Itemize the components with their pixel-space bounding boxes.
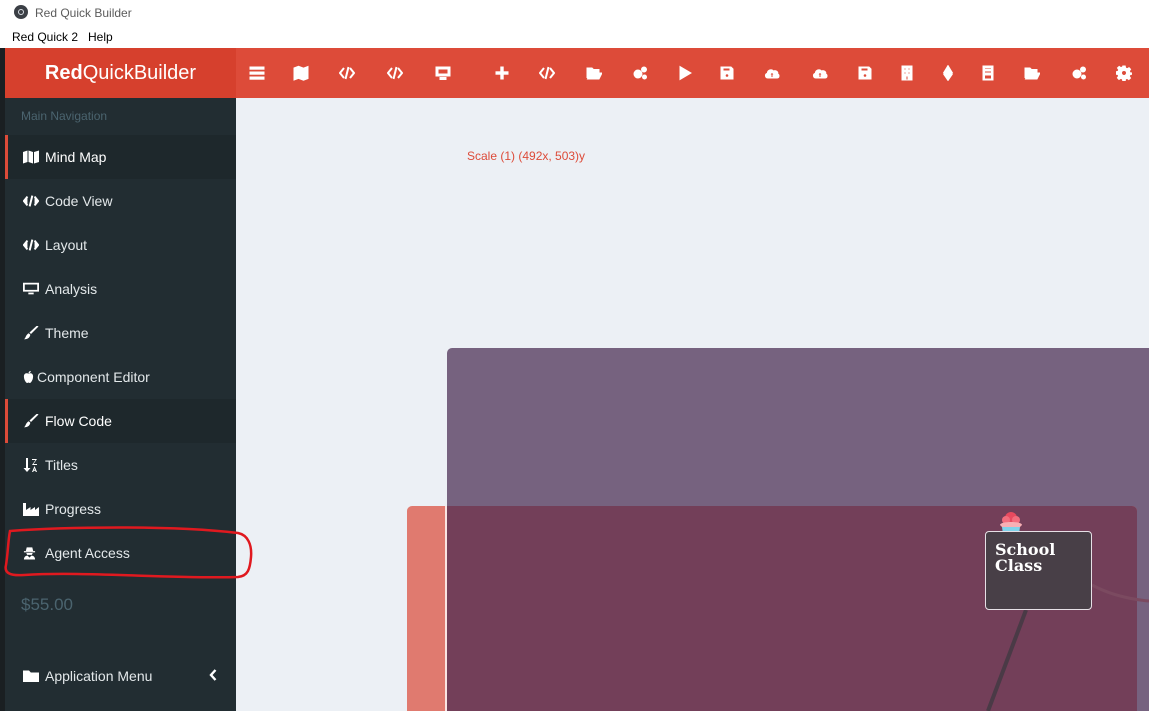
- sidebar-item-titles[interactable]: Titles: [5, 443, 236, 487]
- folder-icon: [23, 668, 43, 684]
- bars-icon[interactable]: [246, 62, 268, 84]
- cogs-icon[interactable]: [1068, 62, 1090, 84]
- sidebar-item-flow-code[interactable]: Flow Code: [5, 399, 236, 443]
- paint-brush-icon: [23, 413, 43, 429]
- code-icon: [23, 237, 43, 253]
- sidebar-item-component-editor[interactable]: Component Editor: [5, 355, 236, 399]
- building-icon[interactable]: [896, 62, 918, 84]
- sidebar-item-label: Analysis: [45, 281, 98, 297]
- top-toolbar: [236, 48, 1149, 98]
- application-menu-label: Application Menu: [45, 668, 153, 684]
- sidebar-item-label: Flow Code: [45, 413, 112, 429]
- sidebar: Main Navigation Mind Map Code View Layou…: [5, 98, 236, 711]
- menu-help[interactable]: Help: [88, 30, 113, 44]
- sidebar-item-label: Layout: [45, 237, 88, 253]
- sidebar-item-label: Component Editor: [37, 369, 150, 385]
- menu-red-quick-2[interactable]: Red Quick 2: [12, 30, 78, 44]
- sidebar-item-analysis[interactable]: Analysis: [5, 267, 236, 311]
- plus-icon[interactable]: [491, 62, 513, 84]
- cloud-upload-icon[interactable]: [809, 62, 831, 84]
- sidebar-item-label: Titles: [45, 457, 78, 473]
- cogs-icon[interactable]: [629, 62, 651, 84]
- node-title-line-2: Class: [995, 556, 1043, 575]
- sidebar-item-label: Mind Map: [45, 149, 107, 165]
- mind-map-canvas[interactable]: Scale (1) (492x, 503)y School Class: [236, 98, 1149, 711]
- connector-lines: [986, 583, 1149, 711]
- industry-icon: [23, 501, 43, 517]
- app-logo-icon: [14, 5, 28, 19]
- price-display: $55.00: [21, 595, 73, 614]
- cog-icon[interactable]: [1113, 62, 1135, 84]
- nav-header: Main Navigation: [21, 109, 108, 123]
- apple-icon: [23, 369, 35, 385]
- folder-open-icon[interactable]: [1021, 62, 1043, 84]
- sidebar-item-label: Progress: [45, 501, 102, 517]
- sidebar-item-code-view[interactable]: Code View: [5, 179, 236, 223]
- brand-rest: QuickBuilder: [82, 62, 197, 84]
- save-icon[interactable]: [716, 62, 738, 84]
- application-menu[interactable]: Application Menu: [5, 654, 236, 698]
- map-icon: [23, 149, 43, 165]
- code-icon[interactable]: [536, 62, 558, 84]
- sidebar-item-label: Code View: [45, 193, 113, 209]
- code-icon[interactable]: [336, 62, 358, 84]
- brand-logo[interactable]: RedQuickBuilder: [5, 48, 236, 98]
- sidebar-item-layout[interactable]: Layout: [5, 223, 236, 267]
- window-title: Red Quick Builder: [35, 6, 132, 20]
- desktop-icon: [23, 281, 43, 297]
- code-icon[interactable]: [384, 62, 406, 84]
- brand-bold: Red: [44, 62, 83, 84]
- sidebar-item-theme[interactable]: Theme: [5, 311, 236, 355]
- code-icon: [23, 193, 43, 209]
- cloud-upload-icon[interactable]: [761, 62, 783, 84]
- ethereum-icon[interactable]: [937, 62, 959, 84]
- sidebar-item-label: Theme: [45, 325, 89, 341]
- window-titlebar: [0, 0, 1149, 26]
- mind-map-node-school-class[interactable]: School Class: [985, 531, 1092, 610]
- paint-brush-icon: [23, 325, 43, 341]
- map-icon[interactable]: [290, 62, 312, 84]
- save-icon[interactable]: [854, 62, 876, 84]
- sort-alpha-icon: [23, 457, 43, 473]
- chevron-left-icon[interactable]: [208, 668, 218, 682]
- menubar: [0, 26, 1149, 48]
- desktop-icon[interactable]: [432, 62, 454, 84]
- annotation-highlight: [4, 526, 253, 579]
- building-icon[interactable]: [977, 62, 999, 84]
- sidebar-item-mind-map[interactable]: Mind Map: [5, 135, 236, 179]
- folder-open-icon[interactable]: [583, 62, 605, 84]
- play-icon[interactable]: [674, 62, 696, 84]
